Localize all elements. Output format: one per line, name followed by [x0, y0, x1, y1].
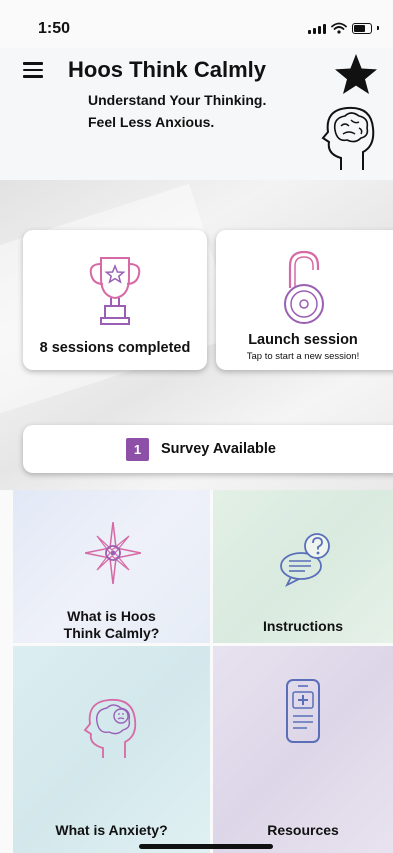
survey-available-button[interactable]: 1 Survey Available: [23, 425, 393, 473]
sessions-completed-card[interactable]: 8 sessions completed: [23, 230, 207, 370]
survey-available-label: Survey Available: [161, 441, 276, 457]
what-is-anxiety-label: What is Anxiety?: [55, 822, 168, 838]
battery-nub: [377, 26, 379, 30]
home-indicator[interactable]: [139, 844, 273, 849]
tagline-line-1: Understand Your Thinking.: [88, 92, 267, 108]
what-is-hoos-label-line-1: What is Hoos: [67, 608, 156, 624]
what-is-anxiety-tile[interactable]: What is Anxiety?: [13, 646, 210, 853]
launch-session-label: Launch session: [248, 332, 358, 348]
compass-star-icon: [85, 522, 141, 584]
survey-count-badge: 1: [126, 437, 149, 461]
chat-question-icon: [280, 533, 330, 588]
status-icons: [308, 22, 379, 34]
instructions-label: Instructions: [262, 618, 344, 634]
hamburger-menu-icon[interactable]: [23, 62, 43, 82]
app-header: Hoos Think Calmly Understand Your Thinki…: [0, 48, 393, 180]
phone-document-icon: [286, 679, 320, 743]
sessions-completed-label: 8 sessions completed: [39, 340, 191, 356]
what-is-hoos-think-calmly-tile[interactable]: What is Hoos Think Calmly?: [13, 490, 210, 643]
app-title: Hoos Think Calmly: [68, 57, 267, 82]
navigation-grid: What is Hoos Think Calmly? Instructions …: [13, 490, 393, 853]
trophy-icon: [89, 257, 141, 325]
launch-session-hint: Tap to start a new session!: [246, 351, 360, 362]
summary-banner: 8 sessions completed Launch session Tap …: [0, 180, 393, 490]
wifi-icon: [331, 22, 347, 34]
tagline-line-2: Feel Less Anxious.: [88, 114, 215, 130]
head-brain-icon: [321, 106, 375, 170]
battery-icon: [352, 22, 372, 34]
launch-session-card[interactable]: Launch session Tap to start a new sessio…: [216, 230, 393, 370]
star-icon[interactable]: [333, 52, 379, 96]
survey-content: 1 Survey Available: [23, 425, 379, 473]
instructions-tile[interactable]: Instructions: [213, 490, 393, 643]
resources-tile[interactable]: Resources: [213, 646, 393, 853]
anxious-head-icon: [83, 698, 137, 758]
what-is-hoos-label-line-2: Think Calmly?: [63, 625, 160, 641]
cellular-signal-icon: [308, 23, 326, 34]
status-bar: 1:50: [0, 0, 393, 48]
resources-label: Resources: [267, 822, 339, 838]
unlocked-padlock-icon: [284, 250, 324, 324]
status-time: 1:50: [38, 20, 71, 37]
